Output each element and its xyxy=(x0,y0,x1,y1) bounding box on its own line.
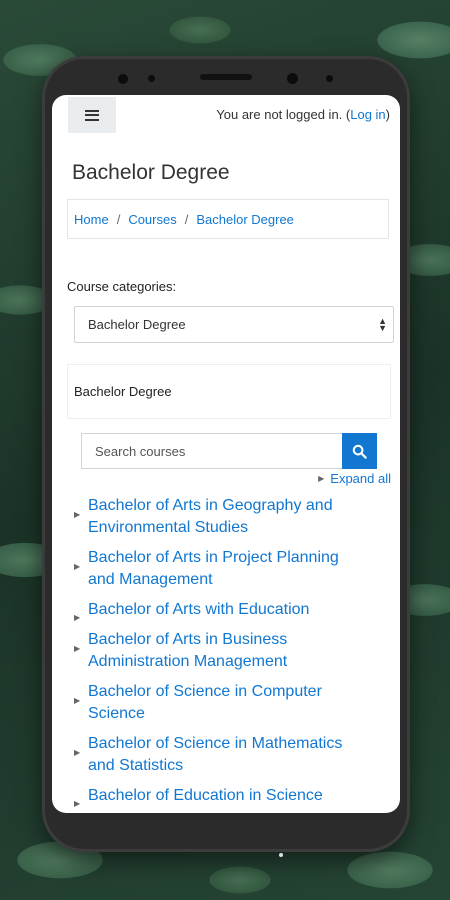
caret-right-icon: ▶ xyxy=(74,696,81,705)
category-box-title: Bachelor Degree xyxy=(74,384,172,399)
search-button[interactable] xyxy=(342,433,377,469)
top-navbar: You are not logged in. (Log in) xyxy=(52,95,400,139)
course-categories-label: Course categories: xyxy=(67,279,177,294)
breadcrumb: Home / Courses / Bachelor Degree xyxy=(67,199,389,239)
course-title-line2: Administration Management xyxy=(88,653,288,670)
breadcrumb-courses[interactable]: Courses xyxy=(128,212,176,227)
menu-button[interactable] xyxy=(68,97,116,133)
category-info-box: Bachelor Degree xyxy=(67,364,391,419)
course-item[interactable]: ▶ Bachelor of Arts in Business Administr… xyxy=(74,629,374,673)
login-link[interactable]: Log in xyxy=(350,107,385,122)
course-item[interactable]: ▶ Bachelor of Arts in Project Planning a… xyxy=(74,547,374,591)
course-title-line1: Bachelor of Education in Science xyxy=(88,787,323,804)
login-suffix: ) xyxy=(385,107,390,122)
course-item[interactable]: ▶ Bachelor of Arts in Geography and Envi… xyxy=(74,495,374,539)
course-title-line1: Bachelor of Arts in Business xyxy=(88,631,288,648)
course-item[interactable]: ▶ Bachelor of Education in Science xyxy=(74,785,374,808)
front-camera-2 xyxy=(287,73,298,84)
page-title: Bachelor Degree xyxy=(72,161,230,184)
login-prefix: You are not logged in. ( xyxy=(216,107,351,122)
course-title-line2: and Management xyxy=(88,571,213,588)
search-input[interactable] xyxy=(81,433,342,469)
course-item[interactable]: ▶ Bachelor of Arts with Education xyxy=(74,599,374,622)
earpiece-speaker xyxy=(200,74,252,80)
select-arrows-icon: ▲ ▼ xyxy=(378,316,387,333)
course-title-line2: Environmental Studies xyxy=(88,519,249,536)
proximity-sensor xyxy=(326,75,333,82)
course-title-line1: Bachelor of Science in Computer xyxy=(88,683,322,700)
login-info: You are not logged in. (Log in) xyxy=(216,107,390,122)
sensor xyxy=(148,75,155,82)
phone-top-bezel xyxy=(42,56,410,96)
course-title-line1: Bachelor of Arts in Geography and xyxy=(88,497,333,514)
caret-right-icon: ▶ xyxy=(74,613,81,622)
category-select[interactable]: Bachelor Degree ▲ ▼ xyxy=(74,306,394,343)
course-title-line2: and Statistics xyxy=(88,757,184,774)
breadcrumb-separator: / xyxy=(116,211,121,227)
caret-right-icon: ▶ xyxy=(74,799,81,808)
phone-screen: You are not logged in. (Log in) Bachelor… xyxy=(52,95,400,813)
search-icon xyxy=(352,444,367,459)
caret-right-icon: ▶ xyxy=(74,748,81,757)
breadcrumb-separator: / xyxy=(184,211,189,227)
course-item[interactable]: ▶ Bachelor of Science in Computer Scienc… xyxy=(74,681,374,725)
hamburger-icon xyxy=(85,109,99,121)
caret-right-icon: ▶ xyxy=(318,474,325,483)
expand-all-link[interactable]: ▶ Expand all xyxy=(318,471,391,486)
breadcrumb-bachelor-degree[interactable]: Bachelor Degree xyxy=(196,212,294,227)
front-camera xyxy=(118,74,128,84)
course-title-line2: Science xyxy=(88,705,145,722)
category-select-value: Bachelor Degree xyxy=(88,317,186,332)
course-title-line1: Bachelor of Arts in Project Planning xyxy=(88,549,339,566)
course-title-line1: Bachelor of Science in Mathematics xyxy=(88,735,343,752)
course-title-line1: Bachelor of Arts with Education xyxy=(88,601,310,618)
course-list: ▶ Bachelor of Arts in Geography and Envi… xyxy=(74,495,374,808)
caret-right-icon: ▶ xyxy=(74,510,81,519)
course-item[interactable]: ▶ Bachelor of Science in Mathematics and… xyxy=(74,733,374,777)
expand-all-label: Expand all xyxy=(330,471,391,486)
bottom-indicator xyxy=(279,853,283,857)
breadcrumb-home[interactable]: Home xyxy=(74,212,109,227)
caret-right-icon: ▶ xyxy=(74,644,81,653)
caret-right-icon: ▶ xyxy=(74,562,81,571)
course-search xyxy=(81,433,377,469)
